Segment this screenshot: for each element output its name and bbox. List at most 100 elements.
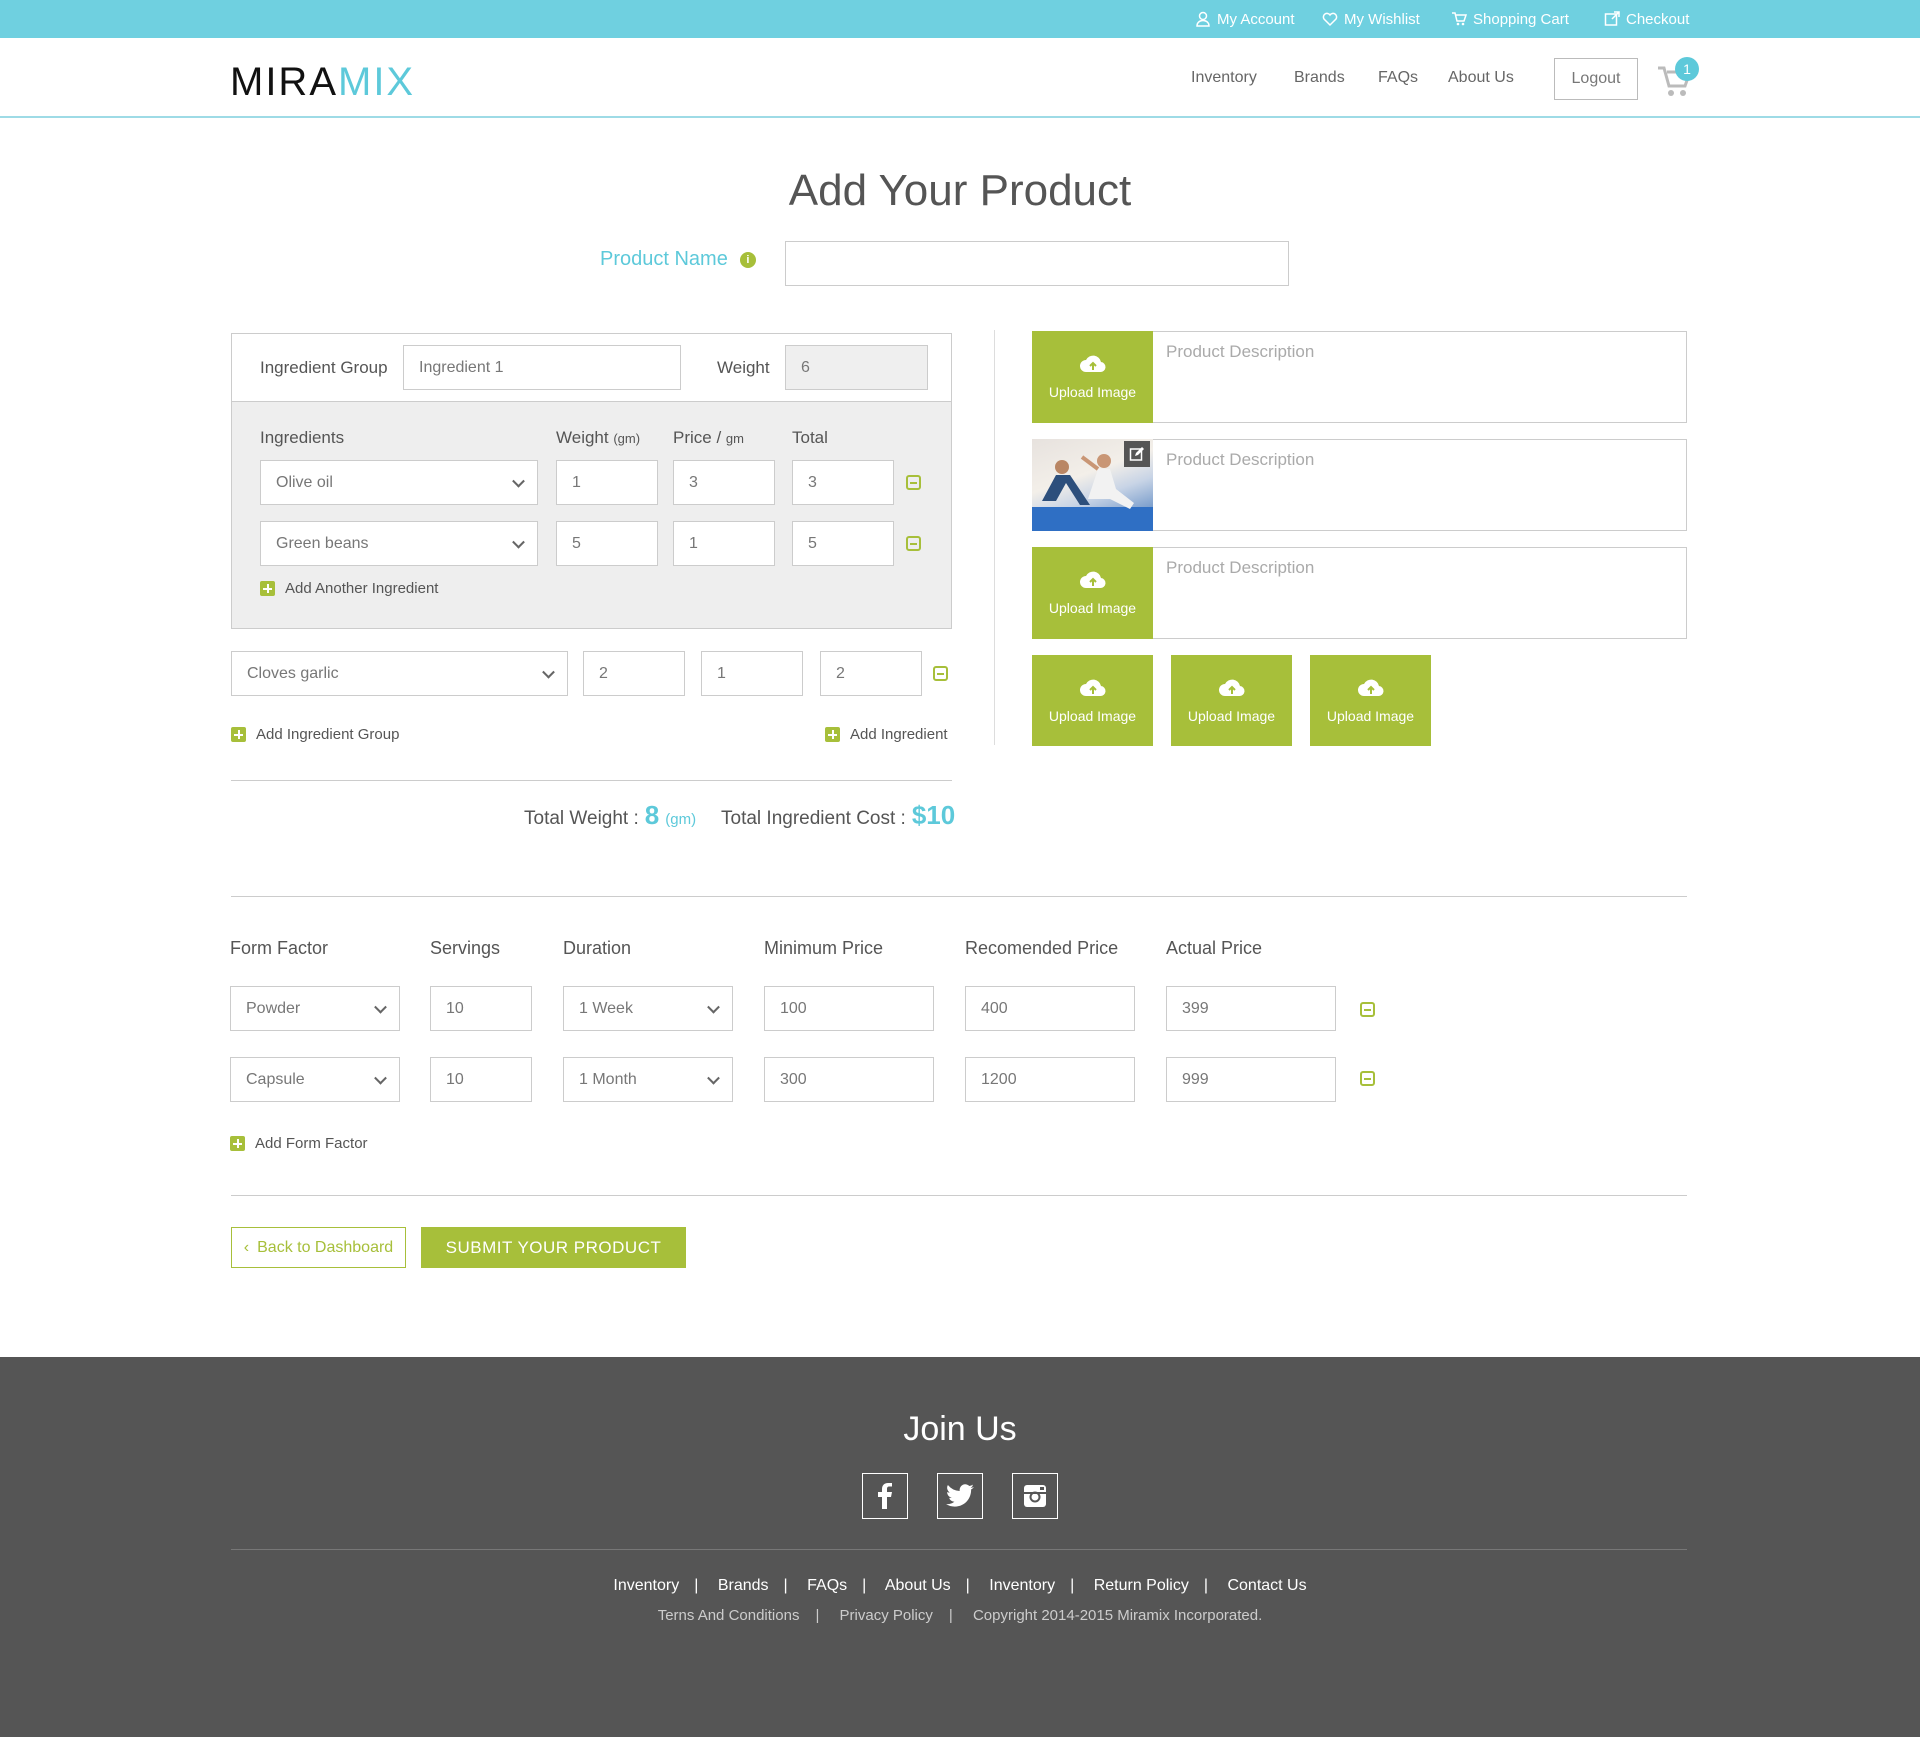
chevron-down-icon xyxy=(374,1071,387,1085)
actual-price-input[interactable]: 399 xyxy=(1166,986,1336,1031)
info-icon[interactable]: i xyxy=(739,251,756,268)
add-ingredient-label: Add Ingredient xyxy=(850,726,948,743)
chevron-down-icon xyxy=(707,1071,720,1085)
footer-copyright: Copyright 2014-2015 Miramix Incorporated… xyxy=(972,1607,1263,1624)
product-name-input[interactable] xyxy=(785,241,1289,286)
ingredient-total-input[interactable]: 5 xyxy=(792,521,894,566)
ingredient-total-input[interactable]: 2 xyxy=(820,651,922,696)
product-description-input[interactable]: Product Description xyxy=(1166,450,1314,470)
servings-input[interactable]: 10 xyxy=(430,986,532,1031)
main-header: MIRAMIX Inventory Brands FAQs About Us L… xyxy=(0,38,1920,118)
duration-select[interactable]: 1 Week xyxy=(563,986,733,1031)
add-form-factor-label: Add Form Factor xyxy=(255,1135,368,1152)
upload-image-label: Upload Image xyxy=(1048,707,1137,724)
remove-form-factor-icon[interactable] xyxy=(1360,1002,1375,1017)
remove-ingredient-icon[interactable] xyxy=(933,666,948,681)
footer-link-contact-us[interactable]: Contact Us xyxy=(1227,1577,1306,1594)
ingredient-total-input[interactable]: 3 xyxy=(792,460,894,505)
remove-ingredient-icon[interactable] xyxy=(906,475,921,490)
miramix-logo[interactable]: MIRAMIX xyxy=(230,60,415,105)
twitter-icon[interactable] xyxy=(937,1473,983,1519)
facebook-icon[interactable] xyxy=(862,1473,908,1519)
back-to-dashboard-button[interactable]: ‹ Back to Dashboard xyxy=(231,1227,406,1268)
duration-value: 1 Month xyxy=(579,1070,637,1088)
remove-ingredient-icon[interactable] xyxy=(906,536,921,551)
recommended-price-input[interactable]: 1200 xyxy=(965,1057,1135,1102)
divider xyxy=(231,780,952,781)
footer-link-privacy[interactable]: Privacy Policy xyxy=(840,1607,933,1624)
upload-image-button[interactable]: Upload Image xyxy=(1171,655,1292,746)
ingredient-select[interactable]: Cloves garlic xyxy=(231,651,568,696)
upload-image-button[interactable]: Upload Image xyxy=(1310,655,1431,746)
add-form-factor-link[interactable]: Add Form Factor xyxy=(230,1135,368,1152)
actual-price-input[interactable]: 999 xyxy=(1166,1057,1336,1102)
add-ingredient-group-link[interactable]: Add Ingredient Group xyxy=(231,726,399,743)
shopping-cart-label: Shopping Cart xyxy=(1473,10,1569,28)
footer-link-terms[interactable]: Terns And Conditions xyxy=(658,1607,800,1624)
minimum-price-input[interactable]: 100 xyxy=(764,986,934,1031)
add-another-ingredient-label: Add Another Ingredient xyxy=(285,580,439,597)
footer-link-return-policy[interactable]: Return Policy xyxy=(1094,1577,1189,1594)
form-factor-header: Form Factor xyxy=(230,938,329,958)
ingredient-select[interactable]: Green beans xyxy=(260,521,538,566)
ingredient-weight-input[interactable]: 5 xyxy=(556,521,658,566)
minimum-price-input[interactable]: 300 xyxy=(764,1057,934,1102)
remove-form-factor-icon[interactable] xyxy=(1360,1071,1375,1086)
add-ingredient-link[interactable]: Add Ingredient xyxy=(825,726,948,743)
plus-icon xyxy=(231,727,246,742)
upload-image-button[interactable]: Upload Image xyxy=(1032,655,1153,746)
join-us-heading: Join Us xyxy=(903,1410,1017,1448)
nav-brands[interactable]: Brands xyxy=(1294,69,1345,87)
back-to-dashboard-label: Back to Dashboard xyxy=(257,1238,394,1256)
footer-link-about-us[interactable]: About Us xyxy=(885,1577,951,1594)
col-ingredients-header: Ingredients xyxy=(260,428,345,447)
cloud-upload-icon xyxy=(1357,679,1384,696)
product-description-input[interactable]: Product Description xyxy=(1166,342,1314,362)
form-factor-select[interactable]: Powder xyxy=(230,986,400,1031)
footer-links: Inventory | Brands | FAQs | About Us | Inven… xyxy=(613,1577,1307,1594)
instagram-icon[interactable] xyxy=(1012,1473,1058,1519)
upload-image-button[interactable]: Upload Image xyxy=(1032,331,1153,423)
duration-select[interactable]: 1 Month xyxy=(563,1057,733,1102)
form-factor-value: Capsule xyxy=(246,1070,305,1088)
add-another-ingredient-link[interactable]: Add Another Ingredient xyxy=(260,580,438,597)
servings-input[interactable]: 10 xyxy=(430,1057,532,1102)
my-account-link[interactable]: My Account xyxy=(1195,9,1295,29)
col-price-text: Price / xyxy=(673,428,722,447)
recommended-price-input[interactable]: 400 xyxy=(965,986,1135,1031)
ingredient-price-input[interactable]: 1 xyxy=(673,521,775,566)
ingredient-weight-input[interactable]: 1 xyxy=(556,460,658,505)
edit-icon[interactable] xyxy=(1124,441,1150,467)
ingredient-weight-input[interactable]: 2 xyxy=(583,651,685,696)
divider xyxy=(231,1195,1687,1196)
nav-inventory[interactable]: Inventory xyxy=(1191,69,1257,87)
shopping-cart-link[interactable]: Shopping Cart xyxy=(1451,9,1569,29)
ingredient-price-input[interactable]: 1 xyxy=(701,651,803,696)
footer-link-inventory-2[interactable]: Inventory xyxy=(989,1577,1055,1594)
product-description-input[interactable]: Product Description xyxy=(1166,558,1314,578)
ingredient-price-input[interactable]: 3 xyxy=(673,460,775,505)
ingredient-group-input[interactable]: Ingredient 1 xyxy=(403,345,681,390)
logout-button[interactable]: Logout xyxy=(1554,58,1638,100)
footer-link-brands[interactable]: Brands xyxy=(718,1577,769,1594)
checkout-link[interactable]: Checkout xyxy=(1604,9,1689,29)
ingredient-select[interactable]: Olive oil xyxy=(260,460,538,505)
footer-link-inventory[interactable]: Inventory xyxy=(613,1577,679,1594)
form-factor-select[interactable]: Capsule xyxy=(230,1057,400,1102)
nav-faqs[interactable]: FAQs xyxy=(1378,69,1418,87)
ingredient-group-label: Ingredient Group xyxy=(260,358,388,377)
col-weight-unit: (gm) xyxy=(613,431,641,446)
col-weight-header: Weight (gm) xyxy=(556,428,640,448)
nav-about-us[interactable]: About Us xyxy=(1448,69,1514,87)
plus-icon xyxy=(260,581,275,596)
product-image-thumbnail[interactable] xyxy=(1032,439,1153,531)
product-name-label: Product Name i xyxy=(600,248,756,271)
upload-image-button[interactable]: Upload Image xyxy=(1032,547,1153,639)
my-wishlist-link[interactable]: My Wishlist xyxy=(1322,9,1420,29)
footer-link-faqs[interactable]: FAQs xyxy=(807,1577,847,1594)
plus-icon xyxy=(230,1136,245,1151)
checkout-label: Checkout xyxy=(1626,10,1690,28)
group-weight-input[interactable]: 6 xyxy=(785,345,928,390)
footer: Join Us Inventory | Brands | FAQs | About U… xyxy=(0,1357,1920,1737)
submit-product-button[interactable]: SUBMIT YOUR PRODUCT xyxy=(421,1227,686,1268)
